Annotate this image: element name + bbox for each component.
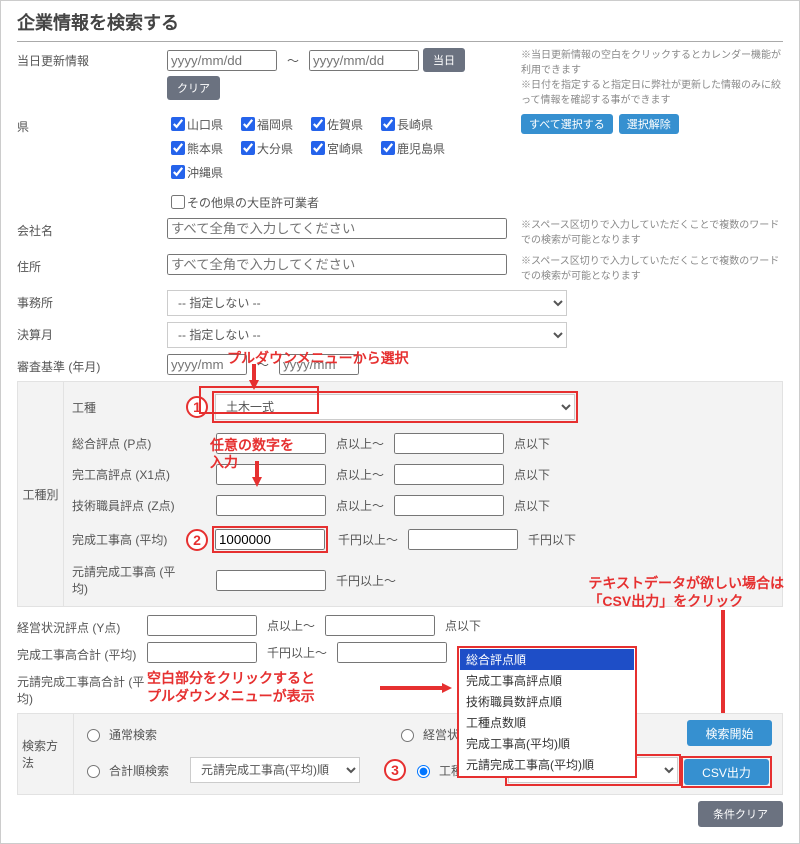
pref-checkbox[interactable]: 鹿児島県 xyxy=(377,138,445,158)
address-note: ※スペース区切りで入力していただくことで複数のワードでの検索が可能となります xyxy=(513,254,783,284)
suffix: 点以下 xyxy=(508,466,556,483)
bytype-radio[interactable] xyxy=(417,765,430,778)
y-from-input[interactable] xyxy=(147,615,257,636)
clear-conditions-button[interactable]: 条件クリア xyxy=(698,801,783,827)
dropdown-option[interactable]: 元請完成工事高(平均)順 xyxy=(460,754,634,775)
annotation-arrow-icon xyxy=(442,683,452,693)
audit-label: 審査基準 (年月) xyxy=(17,354,167,375)
avg-from-input[interactable] xyxy=(215,529,325,550)
date-from-input[interactable] xyxy=(167,50,277,71)
search-method-label: 検索方法 xyxy=(18,714,74,794)
annotation-text-3: 空白部分をクリックするとプルダウンメニューが表示 xyxy=(147,669,315,705)
avg-to-input[interactable] xyxy=(408,529,518,550)
annotation-circle-2: 2 xyxy=(186,529,208,551)
kind-label: 工種 xyxy=(72,399,182,416)
x1-to-input[interactable] xyxy=(394,464,504,485)
total-search-radio[interactable] xyxy=(87,765,100,778)
search-start-button[interactable]: 検索開始 xyxy=(687,720,772,746)
row-label: 元請完成工事高 (平均) xyxy=(72,563,182,597)
deselect-button[interactable]: 選択解除 xyxy=(619,114,679,134)
dropdown-option[interactable]: 工種点数順 xyxy=(460,712,634,733)
z-from-input[interactable] xyxy=(216,495,326,516)
update-note2: ※日付を指定すると指定日に弊社が更新した情報のみに絞って情報を確認する事ができま… xyxy=(521,78,783,108)
pref-checkbox[interactable]: 大分県 xyxy=(237,138,293,158)
annotation-circle-3: 3 xyxy=(384,759,406,781)
suffix: 点以下 xyxy=(439,617,487,634)
office-select[interactable]: -- 指定しない -- xyxy=(167,290,567,316)
pref-checkbox[interactable]: 宮崎県 xyxy=(307,138,363,158)
total-from-input[interactable] xyxy=(147,642,257,663)
suffix: 点以下 xyxy=(508,497,556,514)
z-to-input[interactable] xyxy=(394,495,504,516)
company-note: ※スペース区切りで入力していただくことで複数のワードでの検索が可能となります xyxy=(513,218,783,248)
annotation-text-4: テキストデータが欲しい場合は「CSV出力」をクリック xyxy=(588,574,784,610)
dropdown-option[interactable]: 完成工事高(平均)順 xyxy=(460,733,634,754)
suffix: 千円以上～ xyxy=(330,572,402,589)
pref-checkbox[interactable]: 熊本県 xyxy=(167,138,223,158)
kind-select[interactable]: 土木一式 xyxy=(215,394,575,420)
total-search-label: 合計順検索 xyxy=(109,762,184,779)
extra-label: 完成工事高合計 (平均) xyxy=(17,642,147,663)
page-title: 企業情報を検索する xyxy=(17,9,783,42)
pref-label: 県 xyxy=(17,114,167,135)
update-note1: ※当日更新情報の空白をクリックするとカレンダー機能が利用できます xyxy=(521,48,783,78)
dropdown-option[interactable]: 総合評点順 xyxy=(460,649,634,670)
row-label: 技術職員評点 (Z点) xyxy=(72,497,182,514)
update-info-label: 当日更新情報 xyxy=(17,48,167,69)
suffix: 点以下 xyxy=(508,435,556,452)
csv-export-button[interactable]: CSV出力 xyxy=(684,759,769,785)
p-to-input[interactable] xyxy=(394,433,504,454)
extra-label: 経営状況評点 (Y点) xyxy=(17,615,147,636)
mgmt-radio[interactable] xyxy=(401,729,414,742)
type-section-label: 工種別 xyxy=(18,382,64,606)
row-label: 完成工事高 (平均) xyxy=(72,531,182,548)
suffix: 点以上～ xyxy=(330,497,390,514)
dropdown-option[interactable]: 完成工事高評点順 xyxy=(460,670,634,691)
normal-search-radio[interactable] xyxy=(87,729,100,742)
address-label: 住所 xyxy=(17,254,167,275)
select-all-button[interactable]: すべて選択する xyxy=(521,114,613,134)
fiscal-label: 決算月 xyxy=(17,322,167,343)
suffix: 千円以下 xyxy=(522,531,582,548)
extra-label: 元請完成工事高合計 (平均) xyxy=(17,669,147,707)
pref-checkbox[interactable]: 福岡県 xyxy=(237,114,293,134)
clear-date-button[interactable]: クリア xyxy=(167,76,220,100)
tilde: ～ xyxy=(281,52,305,69)
company-label: 会社名 xyxy=(17,218,167,239)
suffix: 点以上～ xyxy=(261,617,321,634)
company-input[interactable] xyxy=(167,218,507,239)
address-input[interactable] xyxy=(167,254,507,275)
suffix: 点以上～ xyxy=(330,435,390,452)
office-label: 事務所 xyxy=(17,290,167,311)
today-button[interactable]: 当日 xyxy=(423,48,465,72)
pref-checkbox[interactable]: 佐賀県 xyxy=(307,114,363,134)
pref-checkbox[interactable]: 長崎県 xyxy=(377,114,433,134)
row-label: 総合評点 (P点) xyxy=(72,435,182,452)
suffix: 千円以上～ xyxy=(261,644,333,661)
total-to-input[interactable] xyxy=(337,642,447,663)
suffix: 点以上～ xyxy=(330,466,390,483)
total-sort-select[interactable]: 元請完成工事高(平均)順 xyxy=(190,757,360,783)
annotation-arrow-icon xyxy=(252,477,262,487)
normal-search-label: 通常検索 xyxy=(109,726,184,743)
pref-other-checkbox[interactable]: その他県の大臣許可業者 xyxy=(167,192,319,212)
annotation-text-2: 任意の数字を入力 xyxy=(210,437,294,471)
annotation-circle-1: 1 xyxy=(186,396,208,418)
date-to-input[interactable] xyxy=(309,50,419,71)
pref-checkbox[interactable]: 沖縄県 xyxy=(167,162,223,182)
prime-avg-from-input[interactable] xyxy=(216,570,326,591)
suffix: 千円以上～ xyxy=(332,531,404,548)
fiscal-select[interactable]: -- 指定しない -- xyxy=(167,322,567,348)
pref-checkbox[interactable]: 山口県 xyxy=(167,114,223,134)
dropdown-option[interactable]: 技術職員数評点順 xyxy=(460,691,634,712)
row-label: 完工高評点 (X1点) xyxy=(72,466,182,483)
y-to-input[interactable] xyxy=(325,615,435,636)
dropdown-popup[interactable]: 総合評点順 完成工事高評点順 技術職員数評点順 工種点数順 完成工事高(平均)順… xyxy=(457,646,637,778)
